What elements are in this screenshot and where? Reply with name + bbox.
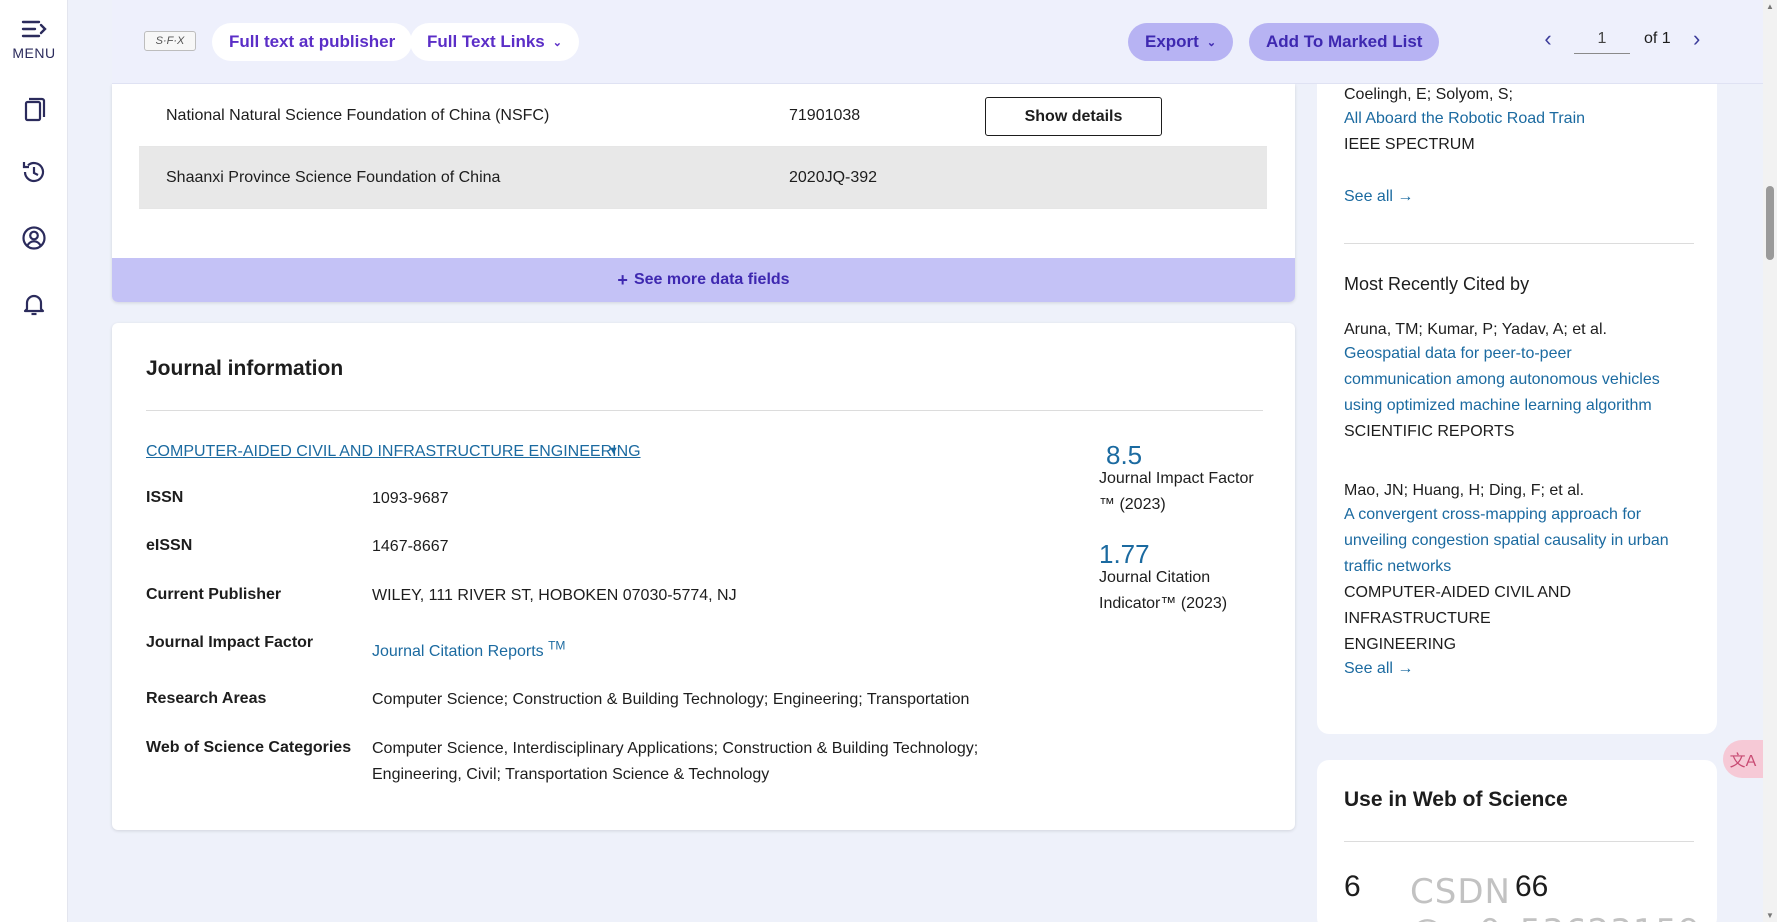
user-profile-icon: [22, 226, 46, 250]
full-text-links-label: Full Text Links: [427, 32, 545, 51]
bell-icon: [23, 294, 45, 316]
rail-marked-list[interactable]: [0, 88, 68, 132]
citing-journal: IEEE SPECTRUM: [1344, 136, 1475, 153]
full-text-publisher-label: Full text at publisher: [229, 32, 396, 51]
issn-value: 1093-9687: [372, 490, 449, 507]
scrollbar-thumb[interactable]: [1766, 186, 1774, 260]
citing-authors: Aruna, TM; Kumar, P; Yadav, A; et al.: [1344, 321, 1607, 338]
bookmark-list-icon: [24, 97, 46, 122]
journal-info-title: Journal information: [146, 357, 344, 380]
scroll-up-icon[interactable]: ▲: [1765, 2, 1775, 11]
jif-value: Journal Citation Reports TM: [372, 633, 565, 665]
publisher-value: WILEY, 111 RIVER ST, HOBOKEN 07030-5774,…: [372, 587, 737, 604]
see-more-data-fields-button[interactable]: + See more data fields: [112, 258, 1295, 302]
export-label: Export: [1145, 32, 1199, 51]
research-areas-label: Research Areas: [146, 690, 267, 707]
sfx-label: S·F·X: [155, 35, 185, 47]
plus-icon: +: [617, 269, 628, 290]
grant-number: 71901038: [789, 106, 861, 124]
citing-article-link[interactable]: Geospatial data for peer-to-peer communi…: [1344, 341, 1694, 419]
wos-categories-value: Computer Science, Interdisciplinary Appl…: [372, 740, 979, 783]
funding-card: National Natural Science Foundation of C…: [112, 84, 1295, 302]
see-all-link[interactable]: See all →: [1344, 656, 1413, 682]
jci-metric-label: Journal Citation Indicator™ (2023): [1099, 569, 1228, 612]
rail-profile[interactable]: [0, 216, 68, 260]
citing-authors: Coelingh, E; Solyom, S;: [1344, 86, 1513, 103]
see-all-link[interactable]: See all →: [1344, 184, 1413, 210]
scrollbar[interactable]: ▲ ▼: [1763, 0, 1777, 922]
record-pager: ‹ of 1 ›: [1536, 24, 1709, 54]
left-rail: MENU: [0, 0, 68, 922]
recently-cited-heading: Most Recently Cited by: [1344, 274, 1530, 294]
usage-count: 6: [1344, 870, 1361, 903]
jif-label: Journal Impact Factor: [146, 634, 314, 651]
citations-sidebar: Coelingh, E; Solyom, S; All Aboard the R…: [1317, 84, 1717, 734]
citing-journal: COMPUTER-AIDED CIVIL AND INFRASTRUCTURE …: [1344, 584, 1571, 653]
translate-icon[interactable]: 文A: [1723, 740, 1763, 778]
citing-article-link[interactable]: All Aboard the Robotic Road Train: [1344, 106, 1694, 132]
show-details-button[interactable]: Show details: [985, 97, 1162, 136]
caret-down-icon[interactable]: ▼: [608, 445, 619, 457]
use-in-wos-title: Use in Web of Science: [1344, 788, 1568, 811]
full-text-links-button[interactable]: Full Text Links ⌄: [410, 23, 579, 61]
divider: [1344, 243, 1694, 244]
sfx-button[interactable]: S·F·X: [144, 31, 196, 51]
divider: [1344, 841, 1694, 842]
journal-info-card: Journal information COMPUTER-AIDED CIVIL…: [112, 323, 1295, 830]
citing-journal: SCIENTIFIC REPORTS: [1344, 423, 1515, 440]
chevron-left-icon[interactable]: ‹: [1536, 26, 1560, 52]
table-row: National Natural Science Foundation of C…: [139, 85, 1267, 147]
table-row: Shaanxi Province Science Foundation of C…: [139, 147, 1267, 209]
add-to-marked-list-button[interactable]: Add To Marked List: [1249, 23, 1440, 61]
citing-article-link[interactable]: A convergent cross-mapping approach for …: [1344, 502, 1694, 580]
menu-label: MENU: [12, 45, 56, 61]
page-of-label: of 1: [1644, 30, 1671, 47]
wos-categories-label: Web of Science Categories: [146, 739, 352, 756]
funding-table: National Natural Science Foundation of C…: [139, 85, 1267, 209]
funding-agency: Shaanxi Province Science Foundation of C…: [166, 168, 501, 186]
eissn-value: 1467-8667: [372, 538, 449, 555]
eissn-label: eISSN: [146, 537, 193, 554]
page-number-input[interactable]: [1574, 24, 1630, 54]
export-button[interactable]: Export ⌄: [1128, 23, 1234, 61]
research-areas-value: Computer Science; Construction & Buildin…: [372, 691, 970, 708]
citing-authors: Mao, JN; Huang, H; Ding, F; et al.: [1344, 482, 1585, 499]
journal-citation-reports-link[interactable]: Journal Citation Reports TM: [372, 639, 565, 660]
menu-icon: [21, 20, 47, 38]
see-more-label: See more data fields: [633, 271, 790, 288]
history-icon: [22, 161, 45, 183]
grant-number: 2020JQ-392: [789, 168, 878, 186]
menu-button[interactable]: MENU: [0, 10, 68, 66]
watermark: CSDN @m0_53623159: [1410, 872, 1700, 922]
add-marked-label: Add To Marked List: [1266, 32, 1423, 51]
publisher-label: Current Publisher: [146, 586, 282, 603]
chevron-down-icon: ⌄: [1206, 36, 1217, 49]
jif-metric-label: Journal Impact Factor ™ (2023): [1099, 470, 1254, 513]
rail-alerts[interactable]: [0, 282, 68, 326]
full-text-publisher-button[interactable]: Full text at publisher: [212, 23, 413, 61]
record-toolbar: S·F·X Full text at publisher Full Text L…: [112, 0, 1777, 84]
journal-name-link[interactable]: COMPUTER-AIDED CIVIL AND INFRASTRUCTURE …: [146, 443, 641, 461]
funding-agency: National Natural Science Foundation of C…: [166, 106, 550, 124]
chevron-right-icon[interactable]: ›: [1685, 26, 1709, 52]
issn-label: ISSN: [146, 489, 184, 506]
divider: [146, 410, 1263, 411]
chevron-down-icon: ⌄: [552, 36, 562, 49]
rail-history[interactable]: [0, 150, 68, 194]
